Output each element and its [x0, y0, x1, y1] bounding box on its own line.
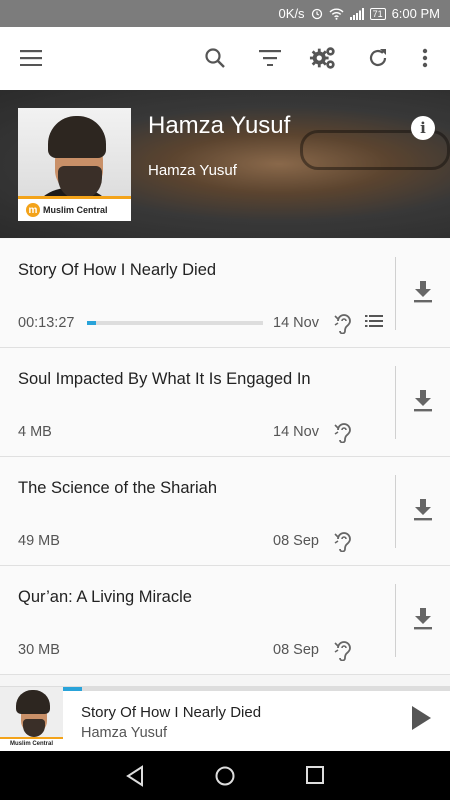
- player-logo: Muslim Central: [0, 737, 63, 751]
- system-nav-bar: [0, 751, 450, 800]
- episode-date: 14 Nov: [273, 315, 319, 331]
- episode-size: 30 MB: [18, 642, 60, 658]
- listened-ear-icon: [334, 639, 352, 662]
- settings-icon[interactable]: [309, 44, 337, 72]
- home-icon[interactable]: [214, 765, 236, 787]
- player-title: Story Of How I Nearly Died: [81, 704, 262, 721]
- recents-icon[interactable]: [305, 765, 327, 787]
- episode-row[interactable]: Qur’an: A Living Miracle 30 MB 08 Sep: [0, 566, 450, 675]
- app-screen: 0K/s 71 6:00 PM m Muslim Central Hamza Y…: [0, 0, 450, 800]
- status-bar: 0K/s 71 6:00 PM: [0, 0, 450, 27]
- queue-icon: [365, 314, 383, 330]
- status-icons: 0K/s 71 6:00 PM: [279, 6, 440, 21]
- podcast-artwork: m Muslim Central: [18, 108, 131, 221]
- menu-icon[interactable]: [17, 44, 45, 72]
- status-time: 6:00 PM: [391, 6, 440, 21]
- download-icon[interactable]: [410, 606, 436, 632]
- wifi-icon: [329, 8, 344, 20]
- mini-player[interactable]: Muslim Central Story Of How I Nearly Die…: [0, 686, 450, 751]
- episode-date: 08 Sep: [273, 533, 319, 549]
- battery-icon: 71: [369, 7, 386, 20]
- episode-date: 08 Sep: [273, 642, 319, 658]
- download-icon[interactable]: [410, 497, 436, 523]
- player-artwork: Muslim Central: [0, 687, 63, 751]
- filter-icon[interactable]: [256, 44, 284, 72]
- episode-progress-bar: [87, 321, 263, 325]
- muslim-central-logo: m Muslim Central: [18, 196, 131, 221]
- signal-icon: [349, 7, 364, 20]
- search-icon[interactable]: [201, 44, 229, 72]
- episode-title: The Science of the Shariah: [18, 479, 218, 497]
- download-icon[interactable]: [410, 388, 436, 414]
- download-icon[interactable]: [410, 279, 436, 305]
- episode-size: 49 MB: [18, 533, 60, 549]
- play-icon[interactable]: [410, 705, 436, 733]
- podcast-title: Hamza Yusuf: [148, 112, 291, 139]
- back-icon[interactable]: [125, 765, 147, 787]
- player-author: Hamza Yusuf: [81, 725, 167, 741]
- episode-date: 14 Nov: [273, 424, 319, 440]
- episode-row[interactable]: Soul Impacted By What It Is Engaged In 4…: [0, 348, 450, 457]
- net-speed: 0K/s: [278, 6, 305, 21]
- listened-ear-icon: [334, 312, 352, 335]
- episode-title: Soul Impacted By What It Is Engaged In: [18, 370, 311, 388]
- more-vert-icon[interactable]: [411, 44, 439, 72]
- episode-position: 00:13:27: [18, 315, 75, 331]
- episode-title: Story Of How I Nearly Died: [18, 261, 217, 279]
- episode-row[interactable]: Story Of How I Nearly Died 00:13:27 14 N…: [0, 239, 450, 348]
- player-progress-bar[interactable]: [63, 687, 450, 691]
- info-icon: i: [420, 119, 426, 137]
- listened-ear-icon: [334, 421, 352, 444]
- podcast-author: Hamza Yusuf: [148, 162, 237, 179]
- listened-ear-icon: [334, 530, 352, 553]
- episode-title: Qur’an: A Living Miracle: [18, 588, 192, 606]
- alarm-icon: [311, 8, 323, 20]
- episode-size: 4 MB: [18, 424, 52, 440]
- info-button[interactable]: i: [411, 116, 435, 140]
- episode-row[interactable]: The Science of the Shariah 49 MB 08 Sep: [0, 457, 450, 566]
- refresh-icon[interactable]: [364, 44, 392, 72]
- toolbar: [0, 27, 450, 90]
